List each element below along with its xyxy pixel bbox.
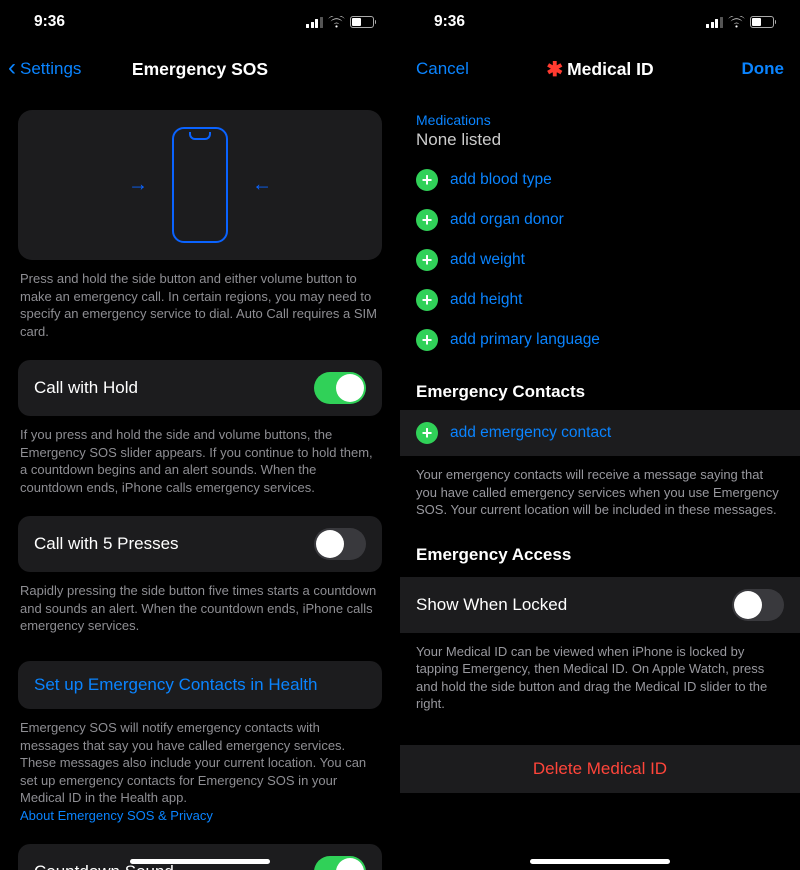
- emergency-contacts-header: Emergency Contacts: [400, 360, 800, 410]
- sos-hero-card: → ←: [18, 110, 382, 260]
- show-when-locked-toggle[interactable]: [732, 589, 784, 621]
- sos-content: → ← Press and hold the side button and e…: [0, 94, 400, 870]
- add-weight-row[interactable]: + add weight: [400, 240, 800, 280]
- battery-icon: [350, 16, 377, 28]
- plus-icon: +: [416, 169, 438, 191]
- status-time: 9:36: [34, 13, 65, 31]
- medical-content: Medications None listed + add blood type…: [400, 98, 800, 870]
- status-bar: 9:36: [400, 0, 800, 44]
- contacts-footer: Your emergency contacts will receive a m…: [400, 456, 800, 523]
- call-five-toggle[interactable]: [314, 528, 366, 560]
- plus-icon: +: [416, 249, 438, 271]
- countdown-sound-row[interactable]: Countdown Sound: [18, 844, 382, 870]
- call-hold-footer: If you press and hold the side and volum…: [0, 416, 400, 508]
- delete-medical-id-button[interactable]: Delete Medical ID: [400, 745, 800, 793]
- plus-icon: +: [416, 329, 438, 351]
- setup-contacts-link[interactable]: Set up Emergency Contacts in Health: [18, 661, 382, 709]
- nav-bar: ‹ Settings Emergency SOS: [0, 44, 400, 94]
- done-button[interactable]: Done: [742, 59, 785, 79]
- countdown-toggle[interactable]: [314, 856, 366, 870]
- home-indicator[interactable]: [130, 859, 270, 864]
- sos-screen: 9:36 ‹ Settings Emergency SOS → ← Press …: [0, 0, 400, 870]
- add-field-group: + add blood type + add organ donor + add…: [400, 160, 800, 360]
- add-organ-donor-row[interactable]: + add organ donor: [400, 200, 800, 240]
- emergency-access-header: Emergency Access: [400, 523, 800, 573]
- add-blood-type-row[interactable]: + add blood type: [400, 160, 800, 200]
- show-when-locked-row[interactable]: Show When Locked: [400, 577, 800, 633]
- phone-outline-icon: → ←: [172, 127, 228, 243]
- medical-id-screen: 9:36 Cancel ✱ Medical ID Done Medication…: [400, 0, 800, 870]
- home-indicator[interactable]: [530, 859, 670, 864]
- plus-icon: +: [416, 209, 438, 231]
- medical-star-icon: ✱: [546, 60, 563, 80]
- chevron-left-icon: ‹: [8, 56, 16, 80]
- call-five-label: Call with 5 Presses: [34, 534, 179, 554]
- locked-footer: Your Medical ID can be viewed when iPhon…: [400, 633, 800, 717]
- locked-label: Show When Locked: [416, 595, 567, 615]
- status-time: 9:36: [434, 13, 465, 31]
- nav-bar: Cancel ✱ Medical ID Done: [400, 44, 800, 94]
- privacy-link[interactable]: About Emergency SOS & Privacy: [20, 808, 213, 823]
- battery-icon: [750, 16, 777, 28]
- wifi-icon: [328, 16, 345, 28]
- hero-footer: Press and hold the side button and eithe…: [0, 260, 400, 352]
- plus-icon: +: [416, 289, 438, 311]
- medications-value[interactable]: None listed: [400, 130, 800, 160]
- cancel-button[interactable]: Cancel: [416, 59, 469, 79]
- medications-caption: Medications: [400, 98, 800, 130]
- plus-icon: +: [416, 422, 438, 444]
- status-right: [306, 16, 376, 28]
- call-with-hold-row[interactable]: Call with Hold: [18, 360, 382, 416]
- arrow-right-icon: →: [128, 174, 148, 197]
- status-right: [706, 16, 776, 28]
- add-emergency-contact-row[interactable]: + add emergency contact: [400, 410, 800, 456]
- call-hold-label: Call with Hold: [34, 378, 138, 398]
- call-hold-toggle[interactable]: [314, 372, 366, 404]
- wifi-icon: [728, 16, 745, 28]
- status-bar: 9:36: [0, 0, 400, 44]
- call-five-presses-row[interactable]: Call with 5 Presses: [18, 516, 382, 572]
- setup-footer: Emergency SOS will notify emergency cont…: [0, 709, 400, 836]
- call-five-footer: Rapidly pressing the side button five ti…: [0, 572, 400, 647]
- page-title: ✱ Medical ID: [546, 59, 653, 80]
- back-label: Settings: [20, 59, 81, 79]
- add-height-row[interactable]: + add height: [400, 280, 800, 320]
- add-primary-language-row[interactable]: + add primary language: [400, 320, 800, 360]
- signal-icon: [306, 16, 323, 28]
- signal-icon: [706, 16, 723, 28]
- back-button[interactable]: ‹ Settings: [8, 57, 81, 81]
- page-title: Emergency SOS: [132, 59, 268, 80]
- arrow-left-icon: ←: [252, 174, 272, 197]
